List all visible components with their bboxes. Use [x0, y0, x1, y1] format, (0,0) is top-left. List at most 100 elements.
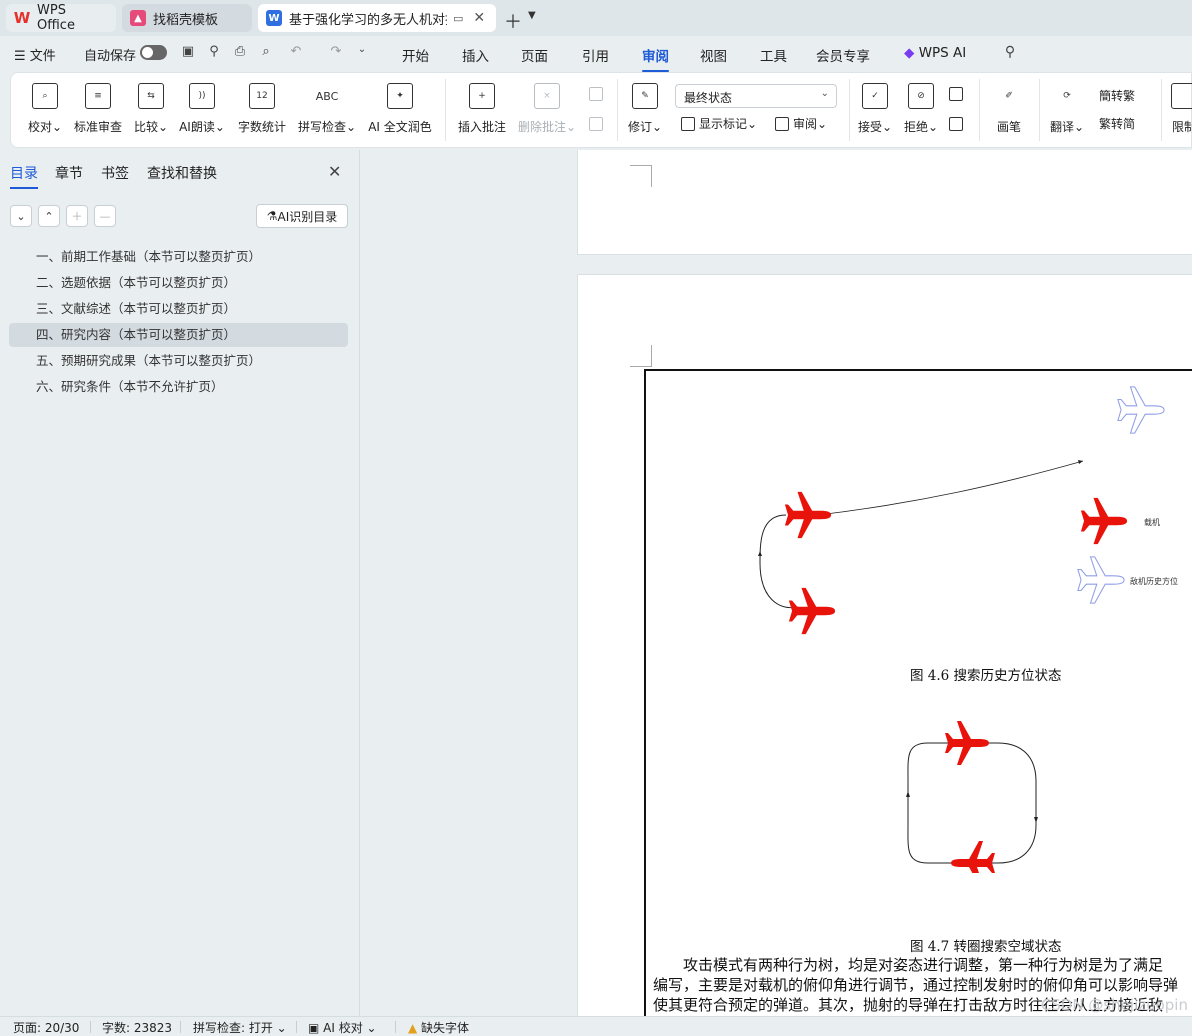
next-comment-button[interactable] [589, 117, 607, 131]
chevron-up-icon: ⌃ [44, 209, 54, 223]
print-icon[interactable]: ⎙ [232, 44, 248, 60]
prev-comment-button[interactable] [589, 87, 607, 101]
translate-button[interactable]: ⟳ 翻译⌄ [1049, 73, 1085, 147]
delete-comment-button[interactable]: × 删除批注⌄ [517, 73, 577, 147]
separator [180, 1021, 181, 1033]
toc-item[interactable]: 六、研究条件（本节不允许扩页） [9, 375, 348, 399]
show-markup-button[interactable]: 显示标记 ⌄ [681, 115, 757, 132]
review-pane-button[interactable]: 审阅 ⌄ [775, 115, 827, 132]
add-heading-button[interactable]: ＋ [66, 205, 88, 227]
print-preview-icon[interactable]: ⌕ [258, 44, 274, 60]
accept-icon: ✓ [862, 83, 888, 109]
collapse-up-button[interactable]: ⌃ [38, 205, 60, 227]
remove-heading-button[interactable]: — [94, 205, 116, 227]
spell-check-button[interactable]: ABC 拼写检查⌄ [297, 73, 357, 147]
undo-icon[interactable]: ↶ [288, 44, 304, 60]
reject-button[interactable]: ⊘ 拒绝⌄ [903, 73, 939, 147]
tab-wps-office[interactable]: W WPS Office [6, 3, 116, 33]
to-simplified-button[interactable]: 繁 转简 [1099, 115, 1135, 132]
separator [1039, 79, 1040, 141]
tab-page[interactable]: 页面 [521, 45, 548, 65]
tab-find-replace[interactable]: 查找和替换 [147, 163, 217, 183]
prev-change-button[interactable] [949, 87, 967, 101]
document-page: 载机 敌机历史方位 图 4.6 搜索历史方位状态 图 4.7 转圈搜索空域状态 … [577, 274, 1192, 1016]
separator [849, 79, 850, 141]
separator [90, 1021, 91, 1033]
pen-icon: ✐ [1005, 91, 1013, 101]
next-comment-icon [589, 117, 603, 131]
document-page [577, 150, 1192, 255]
tab-toc[interactable]: 目录 [10, 163, 38, 189]
more-chevron-icon[interactable]: ⌄ [354, 44, 370, 60]
restrict-editing-button[interactable]: 限制 [1169, 73, 1192, 147]
markup-state-select[interactable]: 最终状态 ⌄ [675, 84, 837, 108]
chevron-down-icon: ⌄ [16, 209, 26, 223]
new-tab-icon[interactable]: ＋ [504, 8, 522, 34]
tab-home[interactable]: 开始 [402, 45, 429, 65]
file-menu[interactable]: ☰ 文件 [14, 45, 56, 64]
tab-tools[interactable]: 工具 [760, 45, 787, 65]
toc-item[interactable]: 一、前期工作基础（本节可以整页扩页） [9, 245, 348, 269]
comment-add-icon: + [469, 83, 495, 109]
separator [1161, 79, 1162, 141]
tab-insert[interactable]: 插入 [462, 45, 489, 65]
page-indicator[interactable]: 页面: 20/30 [13, 1019, 79, 1036]
revise-button[interactable]: ✎ 修订⌄ [627, 73, 663, 147]
redo-icon[interactable]: ↷ [328, 44, 344, 60]
insert-comment-button[interactable]: + 插入批注 [457, 73, 507, 147]
ai-toc-button[interactable]: ⚗ AI识别目录 [256, 204, 348, 228]
proofread-icon: ▣ [308, 1021, 324, 1035]
toc-item[interactable]: 四、研究内容（本节可以整页扩页） [9, 323, 348, 347]
missing-font-status[interactable]: ▲ 缺失字体 [408, 1019, 469, 1036]
separator [445, 79, 446, 141]
spell-check-status[interactable]: 拼写检查: 打开 ⌄ [193, 1019, 287, 1036]
tab-templates[interactable]: ▲ 找稻壳模板 [122, 4, 252, 32]
toc-item[interactable]: 三、文献综述（本节可以整页扩页） [9, 297, 348, 321]
simplified-icon: 繁 [1099, 117, 1112, 131]
expand-down-button[interactable]: ⌄ [10, 205, 32, 227]
watermark: CSDN @shejizuopin [1040, 996, 1188, 1014]
separator [617, 79, 618, 141]
chevron-down-icon[interactable]: ▼ [528, 10, 536, 21]
word-count-indicator[interactable]: 字数: 23823 [102, 1019, 172, 1036]
tab-chapters[interactable]: 章节 [55, 163, 83, 183]
magic-wand-icon: ✦ [387, 83, 413, 109]
tab-review[interactable]: 审阅 [642, 45, 669, 72]
reject-icon: ⊘ [908, 83, 934, 109]
ai-proofread-status[interactable]: ▣ AI 校对 ⌄ [308, 1019, 377, 1036]
toc-item[interactable]: 二、选题依据（本节可以整页扩页） [9, 271, 348, 295]
compare-button[interactable]: ⇆ 比较⌄ [133, 73, 169, 147]
wps-logo-icon: W [13, 9, 31, 27]
proofread-button[interactable]: ⌕ 校对⌄ [27, 73, 63, 147]
menu-icon: ☰ [14, 49, 30, 64]
tab-bookmarks[interactable]: 书签 [101, 163, 129, 183]
flight-path [759, 514, 799, 609]
document-canvas[interactable]: 载机 敌机历史方位 图 4.6 搜索历史方位状态 图 4.7 转圈搜索空域状态 … [361, 150, 1192, 1016]
next-change-button[interactable] [949, 117, 967, 131]
toc-item[interactable]: 五、预期研究成果（本节可以整页扩页） [9, 349, 348, 373]
accept-button[interactable]: ✓ 接受⌄ [857, 73, 893, 147]
ai-polish-button[interactable]: ✦ AI 全文润色 [367, 73, 433, 147]
to-traditional-button[interactable]: 簡 转繁 [1099, 87, 1135, 104]
tab-document[interactable]: W 基于强化学习的多无人机对抗 ▭ ✕ [258, 4, 496, 32]
autosave-toggle[interactable] [140, 45, 167, 60]
share-icon[interactable]: ⚲ [206, 44, 222, 60]
ai-read-button[interactable]: )) AI朗读⌄ [179, 73, 225, 147]
close-tab-icon[interactable]: ✕ [473, 10, 485, 26]
document-check-icon: ≡ [85, 83, 111, 109]
tab-wps-ai[interactable]: ◆ WPS AI [904, 45, 966, 61]
monitor-icon[interactable]: ▭ [453, 12, 463, 25]
pen-button[interactable]: ✐ 画笔 [991, 73, 1027, 147]
tab-member[interactable]: 会员专享 [816, 45, 870, 65]
tab-references[interactable]: 引用 [582, 45, 609, 65]
tab-view[interactable]: 视图 [700, 45, 727, 65]
chevron-down-icon: ⌄ [820, 88, 829, 99]
figure-caption: 图 4.7 转圈搜索空域状态 [910, 939, 1062, 955]
standard-review-button[interactable]: ≡ 标准审查 [73, 73, 123, 147]
close-icon[interactable]: ✕ [328, 162, 341, 181]
separator [395, 1021, 396, 1033]
word-count-button[interactable]: 12 字数统计 [237, 73, 287, 147]
own-aircraft-icon [945, 721, 989, 765]
search-icon[interactable]: ⚲ [1002, 44, 1018, 60]
save-icon[interactable]: ▣ [180, 44, 196, 60]
